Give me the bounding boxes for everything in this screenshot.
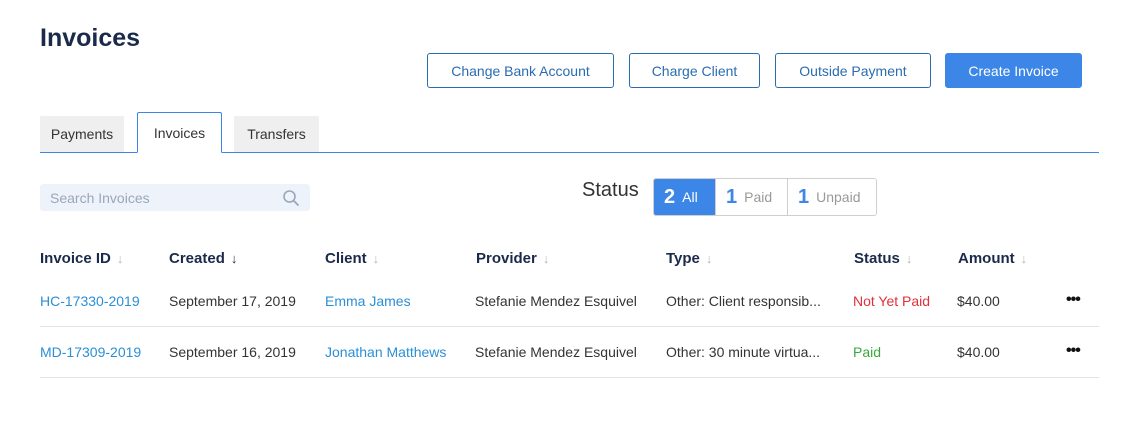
- page-title: Invoices: [40, 24, 141, 52]
- status-option-label: Paid: [744, 189, 773, 205]
- sort-arrow-icon: ↓: [230, 251, 238, 266]
- status-filter-label: Status: [582, 179, 639, 201]
- status-option-label: All: [682, 189, 698, 205]
- outside-payment-button[interactable]: Outside Payment: [775, 53, 931, 88]
- create-invoice-button[interactable]: Create Invoice: [945, 53, 1082, 88]
- search-box: [40, 184, 310, 211]
- column-header-type[interactable]: Type ↓: [666, 250, 712, 267]
- sort-arrow-icon: ↓: [542, 251, 550, 266]
- column-header-label: Amount: [958, 250, 1015, 267]
- status-filter-all[interactable]: 2 All: [654, 179, 715, 215]
- status-badge: Paid: [853, 344, 882, 360]
- invoice-type: Other: Client responsib...: [666, 293, 821, 309]
- more-options-icon[interactable]: •••: [1066, 291, 1081, 309]
- provider-name: Stefanie Mendez Esquivel: [475, 344, 637, 360]
- status-count: 2: [664, 185, 676, 208]
- tab-invoices[interactable]: Invoices: [137, 112, 222, 153]
- sort-arrow-icon: ↓: [705, 251, 713, 266]
- change-bank-account-button[interactable]: Change Bank Account: [427, 53, 614, 88]
- sort-arrow-icon: ↓: [372, 251, 380, 266]
- column-header-client[interactable]: Client ↓: [325, 250, 379, 267]
- status-badge: Not Yet Paid: [853, 293, 931, 309]
- column-header-amount[interactable]: Amount ↓: [958, 250, 1027, 267]
- status-filter: 2 All 1 Paid 1 Unpaid: [653, 178, 877, 216]
- amount: $40.00: [957, 344, 1000, 360]
- search-input[interactable]: [50, 189, 276, 206]
- invoice-id-link[interactable]: HC-17330-2019: [40, 293, 140, 309]
- charge-client-button[interactable]: Charge Client: [629, 53, 760, 88]
- column-header-created[interactable]: Created ↓: [169, 250, 237, 267]
- column-header-label: Type: [666, 250, 700, 267]
- column-header-invoice-id[interactable]: Invoice ID ↓: [40, 250, 123, 267]
- status-filter-unpaid[interactable]: 1 Unpaid: [787, 179, 876, 215]
- more-options-icon[interactable]: •••: [1066, 342, 1081, 360]
- client-link[interactable]: Jonathan Matthews: [325, 344, 446, 360]
- search-icon[interactable]: [282, 189, 300, 207]
- column-header-label: Provider: [476, 250, 537, 267]
- table-row: MD-17309-2019 September 16, 2019 Jonatha…: [40, 327, 1099, 378]
- column-header-label: Status: [854, 250, 900, 267]
- status-count: 1: [726, 185, 738, 208]
- sort-arrow-icon: ↓: [1020, 251, 1028, 266]
- status-count: 1: [798, 185, 810, 208]
- status-option-label: Unpaid: [816, 189, 861, 205]
- sort-arrow-icon: ↓: [905, 251, 913, 266]
- invoice-id-link[interactable]: MD-17309-2019: [40, 344, 141, 360]
- invoice-type: Other: 30 minute virtua...: [666, 344, 821, 360]
- tab-payments[interactable]: Payments: [40, 116, 124, 152]
- created-date: September 17, 2019: [169, 293, 296, 309]
- column-header-label: Invoice ID: [40, 250, 111, 267]
- provider-name: Stefanie Mendez Esquivel: [475, 293, 637, 309]
- sort-arrow-icon: ↓: [116, 251, 124, 266]
- status-filter-paid[interactable]: 1 Paid: [715, 179, 787, 215]
- client-link[interactable]: Emma James: [325, 293, 411, 309]
- column-header-provider[interactable]: Provider ↓: [476, 250, 549, 267]
- column-header-label: Client: [325, 250, 367, 267]
- amount: $40.00: [957, 293, 1000, 309]
- column-header-status[interactable]: Status ↓: [854, 250, 912, 267]
- column-header-label: Created: [169, 250, 225, 267]
- tab-transfers[interactable]: Transfers: [234, 116, 319, 152]
- table-row: HC-17330-2019 September 17, 2019 Emma Ja…: [40, 276, 1099, 327]
- created-date: September 16, 2019: [169, 344, 296, 360]
